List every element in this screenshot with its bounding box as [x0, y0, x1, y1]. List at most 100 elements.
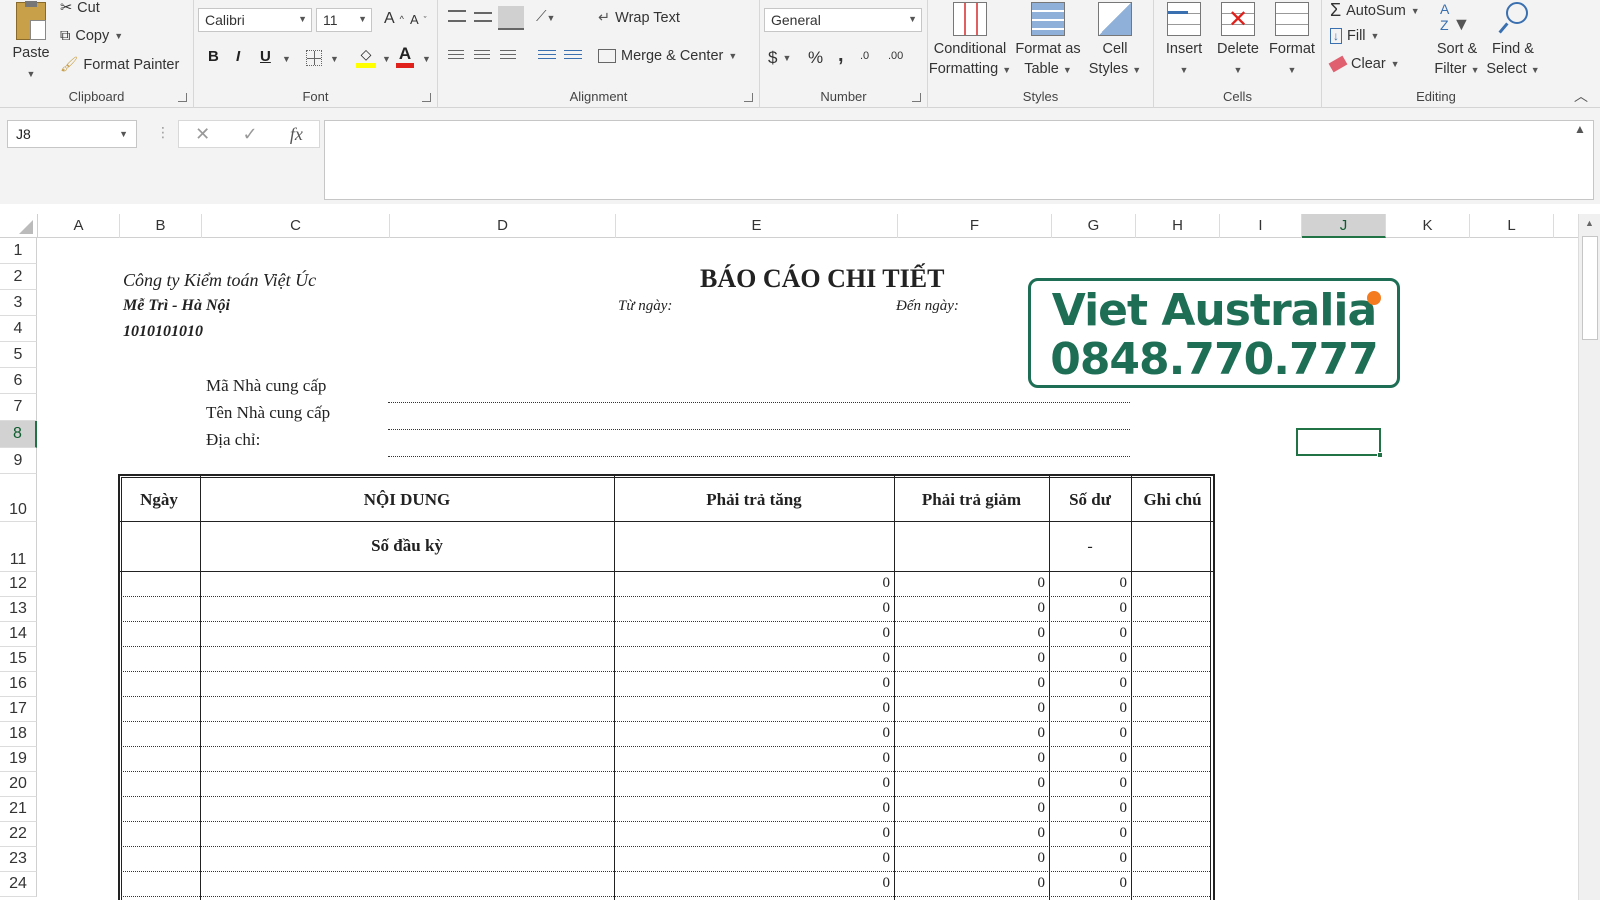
row-header-12[interactable]: 12: [0, 572, 37, 597]
percent-button[interactable]: %: [808, 48, 823, 68]
formula-bar-grip-icon[interactable]: ⋮: [156, 124, 170, 141]
column-header-E[interactable]: E: [616, 214, 898, 238]
underline-button[interactable]: U: [260, 48, 271, 65]
table-cell-increase[interactable]: 0: [614, 875, 891, 892]
paste-button[interactable]: Paste ▼: [8, 1, 54, 84]
table-cell-balance[interactable]: 0: [1049, 800, 1128, 817]
table-cell-increase[interactable]: 0: [614, 825, 891, 842]
table-cell-increase[interactable]: 0: [614, 575, 891, 592]
row-header-7[interactable]: 7: [0, 394, 37, 421]
table-cell-balance[interactable]: 0: [1049, 750, 1128, 767]
name-box[interactable]: J8 ▼: [7, 120, 137, 148]
format-cells-button[interactable]: Format ▼: [1266, 2, 1318, 80]
column-header-A[interactable]: A: [38, 214, 120, 238]
row-header-5[interactable]: 5: [0, 342, 37, 368]
row-header-14[interactable]: 14: [0, 622, 37, 647]
table-cell-balance[interactable]: 0: [1049, 575, 1128, 592]
table-cell-increase[interactable]: 0: [614, 800, 891, 817]
row-header-4[interactable]: 4: [0, 316, 37, 342]
bottom-align-icon[interactable]: [498, 6, 524, 30]
increase-indent-icon[interactable]: [564, 50, 582, 62]
font-size-combo[interactable]: 11 ▼: [316, 8, 372, 32]
row-header-20[interactable]: 20: [0, 772, 37, 797]
table-cell-decrease[interactable]: 0: [894, 875, 1046, 892]
row-header-15[interactable]: 15: [0, 647, 37, 672]
column-header-H[interactable]: H: [1136, 214, 1220, 238]
formula-collapse-icon[interactable]: ▲: [1574, 122, 1586, 136]
autosum-button[interactable]: Σ AutoSum ▼: [1330, 0, 1420, 21]
decrease-decimal-button[interactable]: .00: [888, 50, 903, 62]
row-header-16[interactable]: 16: [0, 672, 37, 697]
decrease-indent-icon[interactable]: [538, 50, 556, 62]
column-header-G[interactable]: G: [1052, 214, 1136, 238]
table-cell-increase[interactable]: 0: [614, 700, 891, 717]
table-cell-decrease[interactable]: 0: [894, 650, 1046, 667]
fill-color-icon[interactable]: ◇: [356, 46, 376, 68]
row-header-21[interactable]: 21: [0, 797, 37, 822]
table-cell-increase[interactable]: 0: [614, 650, 891, 667]
table-cell-decrease[interactable]: 0: [894, 775, 1046, 792]
column-header-I[interactable]: I: [1220, 214, 1302, 238]
find-select-button[interactable]: Find & Select ▼: [1484, 2, 1542, 80]
fill-handle[interactable]: [1377, 452, 1383, 458]
table-cell-increase[interactable]: 0: [614, 600, 891, 617]
table-cell-decrease[interactable]: 0: [894, 700, 1046, 717]
row-header-22[interactable]: 22: [0, 822, 37, 847]
fill-color-caret-icon[interactable]: ▼: [382, 54, 391, 64]
row-header-24[interactable]: 24: [0, 872, 37, 897]
row-header-8[interactable]: 8: [0, 421, 37, 448]
row-header-13[interactable]: 13: [0, 597, 37, 622]
cut-button[interactable]: ✂ Cut: [60, 0, 100, 16]
font-launcher-icon[interactable]: [422, 93, 431, 102]
row-header-19[interactable]: 19: [0, 747, 37, 772]
scroll-up-icon[interactable]: ▲: [1585, 218, 1594, 228]
column-header-C[interactable]: C: [202, 214, 390, 238]
column-header-D[interactable]: D: [390, 214, 616, 238]
row-header-2[interactable]: 2: [0, 264, 37, 290]
worksheet-grid[interactable]: Công ty Kiểm toán Việt Úc Mễ Trì - Hà Nộ…: [38, 238, 1578, 900]
table-cell-balance[interactable]: 0: [1049, 650, 1128, 667]
format-painter-button[interactable]: 🖌 Format Painter: [60, 56, 179, 74]
row-header-23[interactable]: 23: [0, 847, 37, 872]
table-cell-balance[interactable]: 0: [1049, 825, 1128, 842]
fill-button[interactable]: ↓ Fill ▼: [1330, 28, 1379, 44]
insert-button[interactable]: Insert ▼: [1158, 2, 1210, 80]
clear-button[interactable]: Clear ▼: [1328, 55, 1400, 73]
currency-button[interactable]: $ ▼: [768, 48, 791, 68]
table-cell-decrease[interactable]: 0: [894, 575, 1046, 592]
clipboard-launcher-icon[interactable]: [178, 93, 187, 102]
table-cell-balance[interactable]: 0: [1049, 625, 1128, 642]
table-cell-balance[interactable]: 0: [1049, 775, 1128, 792]
table-cell-decrease[interactable]: 0: [894, 825, 1046, 842]
collapse-ribbon-icon[interactable]: ︿: [1574, 86, 1588, 106]
table-cell-increase[interactable]: 0: [614, 725, 891, 742]
number-launcher-icon[interactable]: [912, 93, 921, 102]
cancel-icon[interactable]: ✕: [195, 124, 210, 145]
row-header-11[interactable]: 11: [0, 522, 37, 572]
table-cell-balance[interactable]: 0: [1049, 850, 1128, 867]
bold-button[interactable]: B: [208, 48, 219, 65]
table-cell-decrease[interactable]: 0: [894, 600, 1046, 617]
align-left-icon[interactable]: [448, 50, 464, 62]
table-cell-decrease[interactable]: 0: [894, 750, 1046, 767]
font-color-caret-icon[interactable]: ▼: [422, 54, 431, 64]
column-header-L[interactable]: L: [1470, 214, 1554, 238]
select-all-corner[interactable]: [0, 214, 38, 238]
table-cell-balance[interactable]: 0: [1049, 675, 1128, 692]
table-cell-increase[interactable]: 0: [614, 625, 891, 642]
italic-button[interactable]: I: [236, 48, 240, 65]
table-cell-decrease[interactable]: 0: [894, 625, 1046, 642]
table-cell-increase[interactable]: 0: [614, 675, 891, 692]
formula-input[interactable]: [324, 120, 1594, 200]
font-name-combo[interactable]: Calibri ▼: [198, 8, 312, 32]
column-header-K[interactable]: K: [1386, 214, 1470, 238]
sort-filter-button[interactable]: AZ ▼ Sort & Filter ▼: [1430, 2, 1484, 80]
align-center-icon[interactable]: [474, 50, 490, 62]
shrink-font-button[interactable]: Aˇ: [410, 12, 427, 27]
table-cell-balance[interactable]: 0: [1049, 600, 1128, 617]
row-header-6[interactable]: 6: [0, 368, 37, 394]
copy-button[interactable]: ⧉ Copy ▼: [60, 28, 123, 44]
row-header-9[interactable]: 9: [0, 448, 37, 474]
middle-align-icon[interactable]: [474, 12, 492, 22]
column-header-F[interactable]: F: [898, 214, 1052, 238]
